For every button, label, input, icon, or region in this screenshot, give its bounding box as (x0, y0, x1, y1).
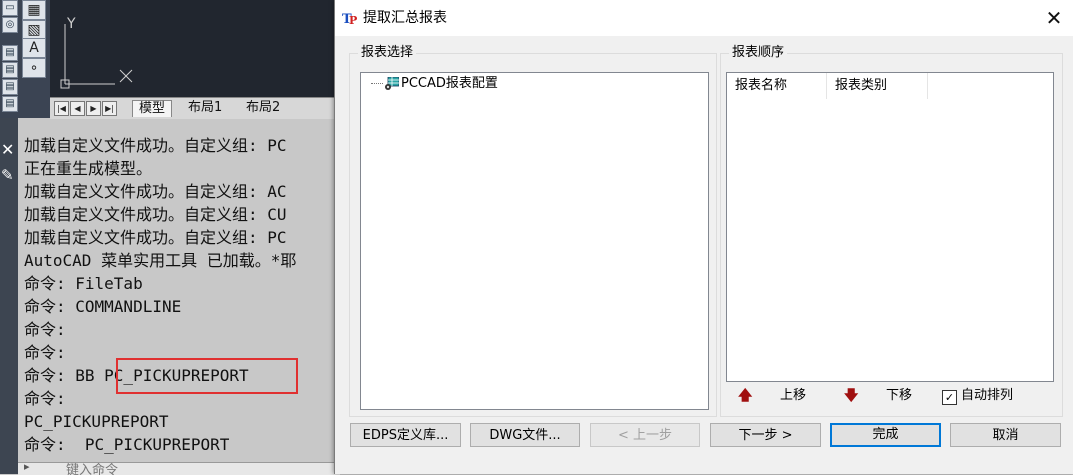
arrow-up-icon[interactable]: 🡅 (738, 386, 752, 406)
report-extract-dialog: T P 提取汇总报表 ✕ 报表选择 PCCAD报表配置 报表顺序 报表名称 报表… (334, 0, 1073, 474)
history-line: 加载自定义文件成功。自定义组: CU (24, 205, 287, 224)
tree-item-pccad-report-config[interactable]: PCCAD报表配置 (371, 75, 498, 93)
prev-tab-icon[interactable]: ◀ (70, 101, 85, 116)
report-selection-label: 报表选择 (358, 44, 417, 62)
command-input-placeholder: 键入命令 (66, 463, 119, 475)
layout-tab-bar: |◀ ◀ ▶ ▶| 模型 布局1 布局2 (50, 97, 340, 119)
first-tab-icon[interactable]: |◀ (54, 101, 69, 116)
auto-sort-label: 自动排列 (961, 388, 1014, 403)
toolbar-tool-icon[interactable]: ▤ (2, 62, 18, 78)
close-icon: ✕ (1045, 6, 1063, 30)
report-config-icon (385, 76, 399, 90)
model-space-canvas[interactable]: Y (50, 0, 340, 97)
tab-layout1[interactable]: 布局1 (182, 100, 228, 116)
prev-step-button[interactable]: < 上一步 (590, 423, 700, 447)
history-line: 命令: PC_PICKUPREPORT (24, 435, 230, 454)
tab-model[interactable]: 模型 (132, 100, 173, 117)
command-input[interactable]: ▸ 键入命令 (18, 462, 340, 475)
insert-block-icon[interactable]: ∘ (22, 58, 46, 78)
toolbar-tool-icon[interactable]: ▤ (2, 45, 18, 61)
highlight-annotation (116, 358, 298, 394)
toolbar-tool-icon[interactable]: ▤ (2, 96, 18, 112)
text-icon[interactable]: A (22, 38, 46, 58)
hatch-icon[interactable]: ▧ (22, 20, 46, 40)
history-line: 加载自定义文件成功。自定义组: AC (24, 182, 287, 201)
history-line: 加载自定义文件成功。自定义组: PC (24, 136, 287, 155)
report-order-list[interactable]: 报表名称 报表类别 (726, 72, 1054, 382)
last-tab-icon[interactable]: ▶| (102, 101, 117, 116)
customize-wrench-icon[interactable]: ✎ (1, 166, 14, 184)
ucs-axis-icon: Y (60, 16, 133, 89)
close-icon[interactable]: ✕ (1, 140, 14, 159)
dwg-file-button[interactable]: DWG文件... (470, 423, 580, 447)
y-axis-label: Y (66, 16, 76, 32)
command-prompt-icon: ▸ (24, 462, 30, 473)
edps-library-button[interactable]: EDPS定义库... (350, 423, 461, 447)
next-step-button[interactable]: 下一步 > (710, 423, 821, 447)
arrow-down-icon[interactable]: 🡇 (844, 386, 858, 406)
checkbox-checked-icon: ✓ (942, 390, 957, 405)
column-report-type[interactable]: 报表类别 (827, 73, 928, 99)
next-tab-icon[interactable]: ▶ (86, 101, 101, 116)
auto-sort-checkbox[interactable]: ✓ 自动排列 (942, 386, 1013, 406)
history-line: PC_PICKUPREPORT (24, 412, 169, 431)
history-line: 正在重生成模型。 (24, 159, 153, 178)
report-order-label: 报表顺序 (729, 44, 788, 62)
pccad-app-icon: T P (342, 12, 357, 27)
cancel-button[interactable]: 取消 (950, 423, 1061, 447)
table-icon[interactable]: ▦ (22, 0, 46, 20)
tree-connector (371, 83, 383, 84)
svg-text:P: P (349, 14, 357, 27)
move-up-button[interactable]: 上移 (780, 386, 806, 406)
close-button[interactable]: ✕ (1034, 0, 1073, 36)
list-header: 报表名称 报表类别 (727, 73, 928, 99)
toolbar-tool-icon[interactable]: ◎ (2, 17, 18, 33)
history-line: 加载自定义文件成功。自定义组: PC (24, 228, 287, 247)
history-line: 命令: COMMANDLINE (24, 297, 182, 316)
dialog-title: 提取汇总报表 (363, 10, 447, 26)
tab-layout2[interactable]: 布局2 (240, 100, 286, 116)
history-line: AutoCAD 菜单实用工具 已加载。*耶 (24, 251, 297, 270)
autocad-left-toolbar: ▭ ◎ ▤ ▤ ▤ ▤ ▦ ▧ A ∘ (0, 0, 51, 118)
command-line-sidebar: ✕ ✎ (0, 118, 18, 474)
move-down-button[interactable]: 下移 (886, 386, 912, 406)
report-tree[interactable]: PCCAD报表配置 (360, 72, 709, 410)
history-line: 命令: FileTab (24, 274, 143, 293)
toolbar-tool-icon[interactable]: ▤ (2, 79, 18, 95)
toolbar-tool-icon[interactable]: ▭ (2, 0, 18, 16)
history-line: 命令: (24, 320, 66, 339)
column-report-name[interactable]: 报表名称 (727, 73, 827, 99)
tree-item-label: PCCAD报表配置 (401, 76, 498, 91)
dialog-titlebar[interactable]: T P 提取汇总报表 ✕ (335, 0, 1073, 36)
finish-button[interactable]: 完成 (830, 423, 941, 447)
command-history: 加载自定义文件成功。自定义组: PC 正在重生成模型。 加载自定义文件成功。自定… (18, 126, 340, 462)
